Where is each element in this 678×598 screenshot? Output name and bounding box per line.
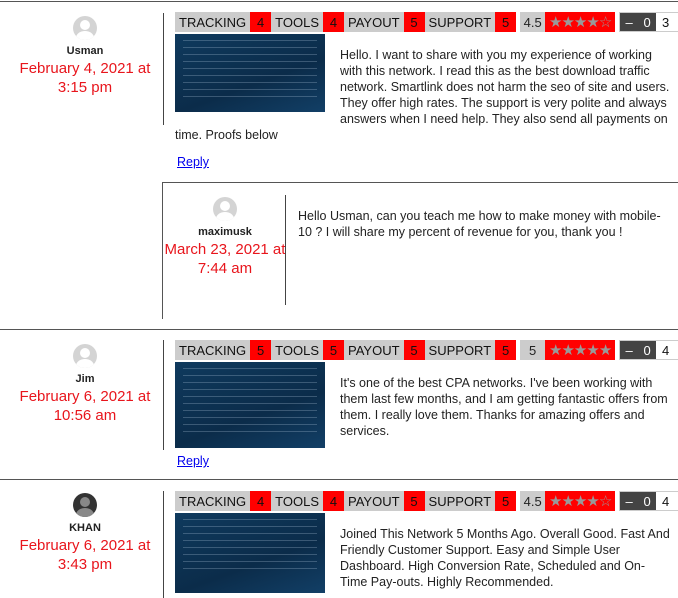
support-label: SUPPORT [424,491,496,511]
vote-count: 3 [656,13,676,31]
rating-bar: TRACKING 5 TOOLS 5 PAYOUT 5 SUPPORT 5 5 ★★★★… [175,340,678,360]
proof-screenshot[interactable] [175,513,325,593]
comment-author-meta: KHAN February 6, 2021 at 3:43 pm [10,493,160,574]
author-name: KHAN [69,522,101,534]
time-text: 7:44 am [197,260,253,277]
divider [163,340,164,450]
divider [0,1,678,2]
star-icon: ★★★★☆ [545,12,616,32]
avatar [73,344,97,368]
divider [0,329,678,330]
comment-text: Hello. I want to share with you my exper… [340,48,670,126]
tools-label: TOOLS [271,12,324,32]
tools-label: TOOLS [271,340,324,360]
payout-label: PAYOUT [344,12,404,32]
divider [163,13,164,125]
time-text: 10:56 am [53,407,117,424]
comment-text: Hello Usman, can you teach me how to mak… [298,209,661,239]
comment-author-meta: maximusk March 23, 2021 at 7:44 am [160,197,290,278]
reply-link[interactable]: Reply [177,454,209,468]
comment-date[interactable]: March 23, 2021 at 7:44 am [160,240,290,278]
date-text: February 4, 2021 at [19,60,151,77]
overall-score: 4.5 [520,491,546,511]
tracking-label: TRACKING [175,491,251,511]
support-value: 5 [495,340,517,360]
tracking-label: TRACKING [175,12,251,32]
support-value: 5 [495,12,517,32]
vote-score: 0 [638,13,657,31]
support-label: SUPPORT [424,12,496,32]
support-value: 5 [495,491,517,511]
overall-score: 5 [520,340,546,360]
star-icon: ★★★★☆ [545,491,616,511]
downvote-button[interactable]: – [620,341,639,359]
date-text: March 23, 2021 at [164,241,286,258]
date-text: February 6, 2021 at [19,537,151,554]
downvote-button[interactable]: – [620,492,639,510]
vote-count: 4 [656,341,676,359]
time-text: 3:15 pm [57,79,113,96]
vote-widget: –03+ [619,12,678,32]
vote-score: 0 [638,492,657,510]
avatar [73,16,97,40]
divider [0,479,678,480]
comment-text: It's one of the best CPA networks. I've … [340,376,668,438]
divider [163,491,164,598]
downvote-button[interactable]: – [620,13,639,31]
support-label: SUPPORT [424,340,496,360]
avatar [73,493,97,517]
comment-text: Joined This Network 5 Months Ago. Overal… [340,527,670,589]
tools-value: 5 [323,340,345,360]
author-name: Usman [66,45,104,57]
comment-date[interactable]: February 6, 2021 at 3:43 pm [10,536,160,574]
tools-label: TOOLS [271,491,324,511]
tracking-value: 5 [250,340,272,360]
payout-label: PAYOUT [344,491,404,511]
vote-widget: –04+ [619,340,678,360]
author-name: Jim [75,373,95,385]
reply-link[interactable]: Reply [177,155,209,169]
vote-count: 4 [656,492,676,510]
payout-label: PAYOUT [344,340,404,360]
rating-bar: TRACKING 4 TOOLS 4 PAYOUT 5 SUPPORT 5 4.5 ★★… [175,491,678,511]
divider [285,195,286,305]
comment-author-meta: Jim February 6, 2021 at 10:56 am [10,344,160,425]
author-name: maximusk [198,226,252,238]
comment-text-continued: time. Proofs below [175,128,278,142]
tracking-value: 4 [250,491,272,511]
vote-widget: –04+ [619,491,678,511]
avatar [213,197,237,221]
tracking-label: TRACKING [175,340,251,360]
vote-score: 0 [638,341,657,359]
overall-score: 4.5 [520,12,546,32]
proof-screenshot[interactable] [175,34,325,112]
star-icon: ★★★★★ [545,340,616,360]
comment-date[interactable]: February 6, 2021 at 10:56 am [10,387,160,425]
payout-value: 5 [403,12,425,32]
tools-value: 4 [323,12,345,32]
payout-value: 5 [403,340,425,360]
comment-author-meta: Usman February 4, 2021 at 3:15 pm [10,16,160,97]
proof-screenshot[interactable] [175,362,325,448]
date-text: February 6, 2021 at [19,388,151,405]
payout-value: 5 [403,491,425,511]
time-text: 3:43 pm [57,556,113,573]
rating-bar: TRACKING 4 TOOLS 4 PAYOUT 5 SUPPORT 5 4.5 ★★… [175,12,678,32]
tracking-value: 4 [250,12,272,32]
comment-date[interactable]: February 4, 2021 at 3:15 pm [10,59,160,97]
tools-value: 4 [323,491,345,511]
